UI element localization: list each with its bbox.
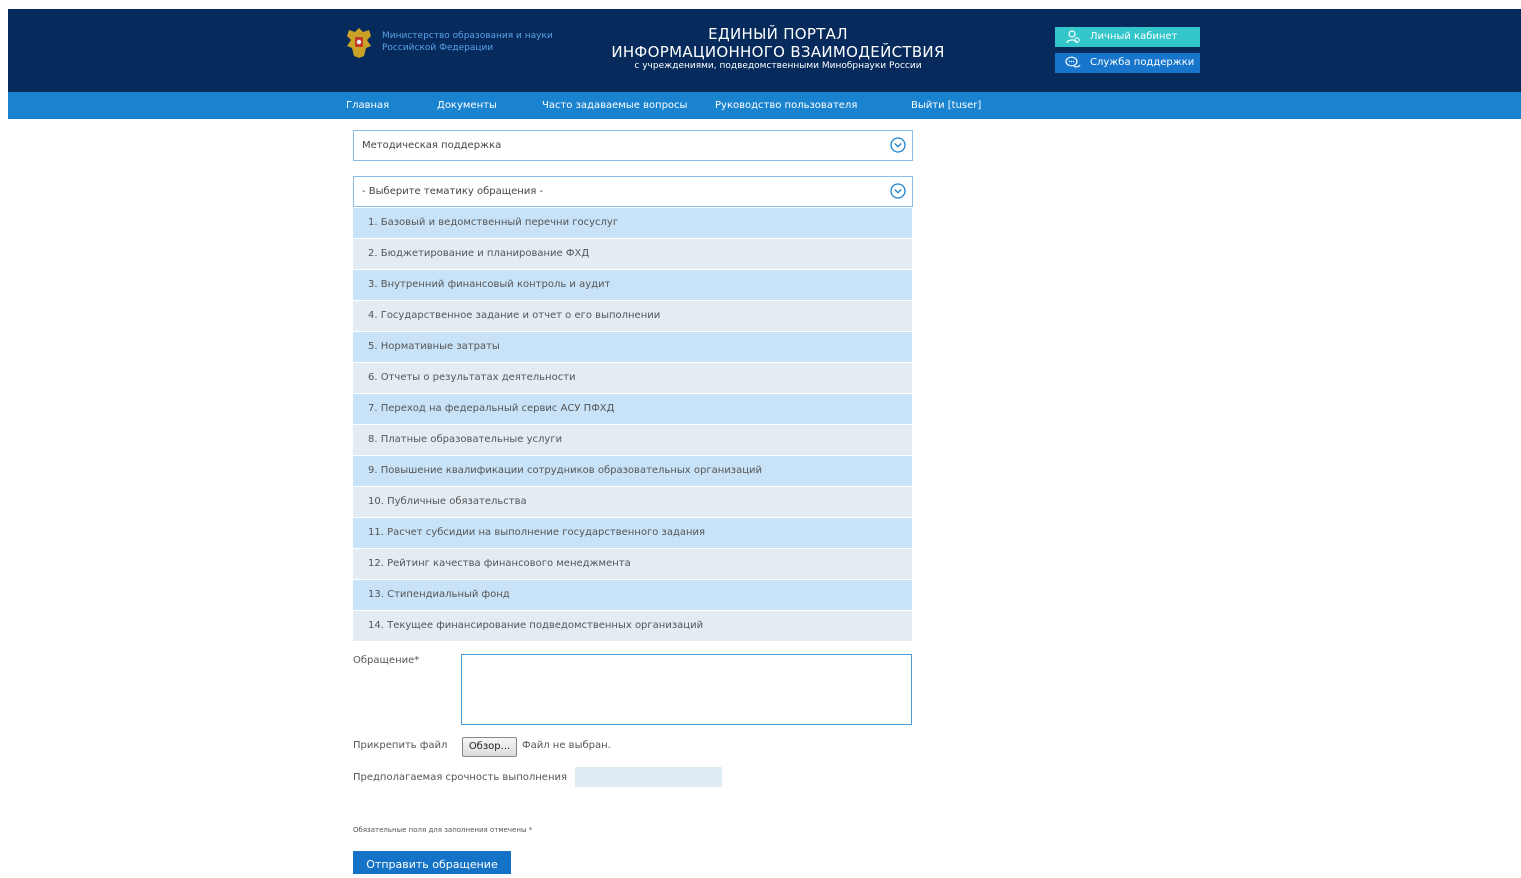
topic-option[interactable]: 6. Отчеты о результатах деятельности xyxy=(353,363,912,393)
nav-item-documents[interactable]: Документы xyxy=(437,92,497,119)
coat-of-arms-icon xyxy=(347,28,371,58)
topic-select-value: - Выберите тематику обращения - xyxy=(362,186,544,197)
topic-option[interactable]: 13. Стипендиальный фонд xyxy=(353,580,912,610)
personal-cabinet-label: Личный кабинет xyxy=(1090,31,1178,42)
topic-option[interactable]: 10. Публичные обязательства xyxy=(353,487,912,517)
topic-option[interactable]: 7. Переход на федеральный сервис АСУ ПФХ… xyxy=(353,394,912,424)
submit-request-button[interactable]: Отправить обращение xyxy=(353,851,511,874)
portal-title: ЕДИНЫЙ ПОРТАЛ ИНФОРМАЦИОННОГО ВЗАИМОДЕЙС… xyxy=(608,26,948,72)
message-textarea[interactable] xyxy=(461,654,912,725)
person-icon xyxy=(1066,30,1080,44)
browse-file-button[interactable]: Обзор... xyxy=(462,737,517,757)
chevron-down-icon xyxy=(890,183,906,199)
urgency-field[interactable] xyxy=(575,767,722,787)
personal-cabinet-button[interactable]: Личный кабинет xyxy=(1055,27,1200,47)
topic-option[interactable]: 12. Рейтинг качества финансового менеджм… xyxy=(353,549,912,579)
category-select[interactable]: Методическая поддержка xyxy=(353,130,913,161)
site-header: Министерство образования и науки Российс… xyxy=(8,9,1521,92)
support-service-button[interactable]: Служба поддержки xyxy=(1055,53,1200,73)
topic-option[interactable]: 1. Базовый и ведомственный перечни госус… xyxy=(353,208,912,238)
portal-title-line-2: ИНФОРМАЦИОННОГО ВЗАИМОДЕЙСТВИЯ xyxy=(611,43,945,61)
category-select-value: Методическая поддержка xyxy=(362,140,502,151)
ministry-name: Министерство образования и науки Российс… xyxy=(382,30,582,54)
topic-option[interactable]: 3. Внутренний финансовый контроль и ауди… xyxy=(353,270,912,300)
topic-option[interactable]: 14. Текущее финансирование подведомствен… xyxy=(353,611,912,641)
no-file-selected-text: Файл не выбран. xyxy=(522,740,611,751)
topic-option[interactable]: 9. Повышение квалификации сотрудников об… xyxy=(353,456,912,486)
nav-item-home[interactable]: Главная xyxy=(346,92,389,119)
nav-item-logout[interactable]: Выйти [tuser] xyxy=(911,92,981,119)
ministry-line-1: Министерство образования и науки xyxy=(382,31,553,41)
topic-option[interactable]: 4. Государственное задание и отчет о его… xyxy=(353,301,912,331)
topic-options-list: 1. Базовый и ведомственный перечни госус… xyxy=(353,208,912,642)
chevron-down-icon xyxy=(890,137,906,153)
portal-title-line-1: ЕДИНЫЙ ПОРТАЛ xyxy=(708,25,848,43)
support-service-label: Служба поддержки xyxy=(1090,57,1195,68)
topic-select[interactable]: - Выберите тематику обращения - xyxy=(353,176,913,207)
topic-option[interactable]: 5. Нормативные затраты xyxy=(353,332,912,362)
topic-option[interactable]: 8. Платные образовательные услуги xyxy=(353,425,912,455)
topic-option[interactable]: 2. Бюджетирование и планирование ФХД xyxy=(353,239,912,269)
topic-option[interactable]: 11. Расчет субсидии на выполнение госуда… xyxy=(353,518,912,548)
attach-file-label: Прикрепить файл xyxy=(353,740,448,751)
nav-item-user-guide[interactable]: Руководство пользователя xyxy=(715,92,857,119)
main-navigation: Главная Документы Часто задаваемые вопро… xyxy=(8,92,1521,119)
required-fields-note: Обязательные поля для заполнения отмечен… xyxy=(353,826,533,834)
nav-item-faq[interactable]: Часто задаваемые вопросы xyxy=(542,92,687,119)
chat-icon xyxy=(1065,56,1081,68)
message-label: Обращение* xyxy=(353,655,420,666)
urgency-label: Предполагаемая срочность выполнения xyxy=(353,772,568,783)
portal-subtitle: с учреждениями, подведомственными Минобр… xyxy=(634,61,922,71)
ministry-line-2: Российской Федерации xyxy=(382,43,494,53)
